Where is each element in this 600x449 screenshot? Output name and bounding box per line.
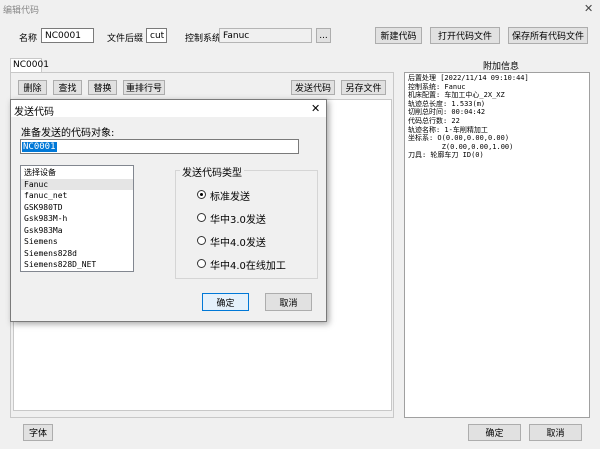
device-list-item[interactable]: Siemens828D_NET bbox=[21, 259, 133, 271]
extra-info-line: 刀具: 轮廓车刀 ID(0) bbox=[408, 151, 484, 160]
dialog-title-bar: 发送代码 ✕ bbox=[11, 100, 326, 118]
target-code-value: NC0001 bbox=[22, 141, 57, 152]
extra-info-line: 后置处理 [2022/11/14 09:10:44] bbox=[408, 74, 529, 82]
system-field[interactable]: Fanuc bbox=[219, 28, 312, 43]
name-input[interactable]: NC0001 bbox=[41, 28, 94, 43]
send-type-radio[interactable] bbox=[197, 236, 206, 245]
send-type-title: 发送代码类型 bbox=[180, 164, 244, 179]
device-list-item[interactable]: Siemens bbox=[21, 236, 133, 248]
tab-label: NC0001 bbox=[13, 60, 49, 70]
target-code-input[interactable]: NC0001 bbox=[20, 139, 299, 154]
device-list-header[interactable]: 选择设备 bbox=[21, 167, 133, 179]
dialog-close-icon[interactable]: ✕ bbox=[311, 102, 320, 115]
device-list-item[interactable]: GSK980TD bbox=[21, 202, 133, 214]
cancel-button[interactable]: 取消 bbox=[529, 424, 582, 441]
device-list[interactable]: 选择设备 Fanuc fanuc_net GSK980TD Gsk983M-h Gsk98… bbox=[20, 165, 134, 272]
send-type-label[interactable]: 华中4.0在线加工 bbox=[210, 257, 286, 272]
dialog-prompt: 准备发送的代码对象: bbox=[21, 128, 115, 139]
tab-nc0001[interactable]: NC0001 bbox=[10, 58, 49, 72]
extra-info-line: 坐标系: O(0.00,0.00,0.00) bbox=[408, 134, 510, 143]
dialog-ok-button[interactable]: 确定 bbox=[202, 293, 249, 311]
window-title: 编辑代码 bbox=[3, 6, 40, 16]
browse-button[interactable]: ... bbox=[316, 28, 331, 43]
device-list-item[interactable]: Gsk983M-h bbox=[21, 213, 133, 225]
dialog-title: 发送代码 bbox=[14, 107, 54, 118]
send-type-label[interactable]: 华中4.0发送 bbox=[210, 234, 266, 249]
open-code-file-button[interactable]: 打开代码文件 bbox=[430, 27, 500, 44]
title-bar: 编辑代码 ✕ bbox=[0, 0, 600, 17]
send-type-radio[interactable] bbox=[197, 259, 206, 268]
device-list-item[interactable]: Fanuc bbox=[21, 178, 133, 190]
system-label: 控制系统 bbox=[185, 34, 222, 44]
send-type-label[interactable]: 标准发送 bbox=[210, 188, 250, 203]
ok-button[interactable]: 确定 bbox=[468, 424, 521, 441]
extra-info-line: 轨迹名称: 1-车削精加工 bbox=[408, 125, 488, 134]
extra-info-text: 后置处理 [2022/11/14 09:10:44] 控制系统: Fanuc 机床配… bbox=[408, 74, 588, 160]
extra-info-line: 机床配置: 车加工中心_2X_XZ bbox=[408, 91, 505, 100]
send-code-dialog: 发送代码 ✕ 准备发送的代码对象: NC0001 选择设备 Fanuc fanuc_… bbox=[10, 99, 327, 322]
extra-info-line: 切削总时间: 00:04:42 bbox=[408, 108, 486, 117]
extra-info-line: 控制系统: Fanuc bbox=[408, 82, 466, 91]
send-type-radio[interactable] bbox=[197, 213, 206, 222]
device-list-item[interactable]: Siemens828d bbox=[21, 248, 133, 260]
device-list-item[interactable]: Gsk983Ma bbox=[21, 225, 133, 237]
send-code-button[interactable]: 发送代码 bbox=[291, 80, 335, 95]
ext-input[interactable]: cut bbox=[146, 28, 167, 43]
ext-label: 文件后缀 bbox=[107, 34, 144, 44]
device-list-item[interactable]: fanuc_net bbox=[21, 190, 133, 202]
send-type-radio[interactable] bbox=[197, 190, 206, 199]
save-as-button[interactable]: 另存文件 bbox=[341, 80, 386, 95]
extra-info-line: 代码总行数: 22 bbox=[408, 116, 460, 125]
extra-info-title: 附加信息 bbox=[483, 62, 520, 72]
find-button[interactable]: 查找 bbox=[53, 80, 82, 95]
save-all-button[interactable]: 保存所有代码文件 bbox=[508, 27, 588, 44]
font-button[interactable]: 字体 bbox=[23, 424, 53, 441]
new-code-button[interactable]: 新建代码 bbox=[375, 27, 422, 44]
send-type-label[interactable]: 华中3.0发送 bbox=[210, 211, 266, 226]
replace-button[interactable]: 替换 bbox=[88, 80, 117, 95]
delete-button[interactable]: 删除 bbox=[18, 80, 47, 95]
dialog-cancel-button[interactable]: 取消 bbox=[265, 293, 312, 311]
renumber-button[interactable]: 重排行号 bbox=[123, 80, 165, 95]
name-label: 名称 bbox=[19, 34, 38, 44]
window-close-icon[interactable]: ✕ bbox=[584, 2, 593, 15]
